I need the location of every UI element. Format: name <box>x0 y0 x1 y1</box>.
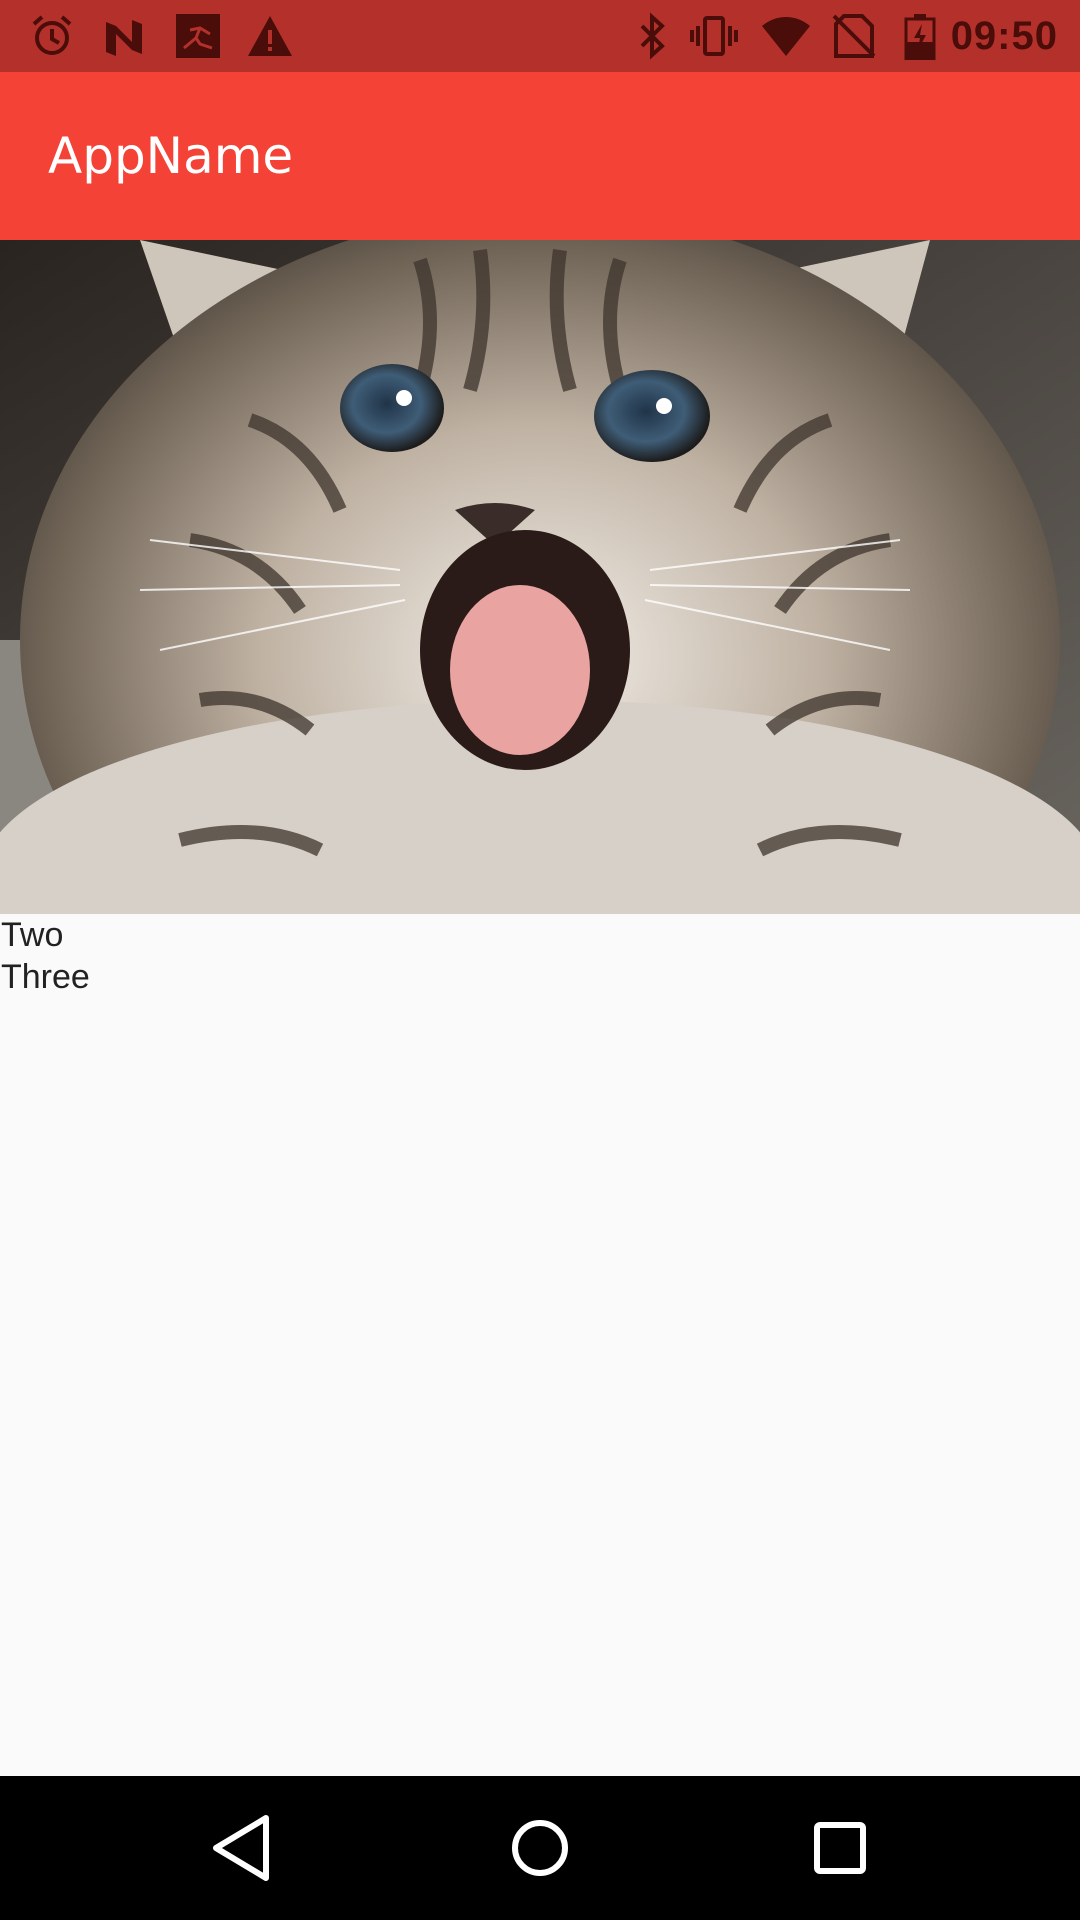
status-time: 09:50 <box>950 14 1058 58</box>
navigation-bar <box>0 1776 1080 1920</box>
n-notification-icon <box>100 12 148 60</box>
app-title: AppName <box>48 127 294 185</box>
home-icon[interactable] <box>500 1808 580 1888</box>
recents-icon[interactable] <box>800 1808 880 1888</box>
status-bar: 09:50 <box>0 0 1080 72</box>
content-list: Two Three <box>0 914 1080 998</box>
app-bar: AppName <box>0 72 1080 240</box>
list-item: Two <box>1 916 64 954</box>
no-sim-icon <box>830 12 878 60</box>
vibrate-icon <box>690 12 738 60</box>
alarm-icon <box>28 12 76 60</box>
fitness-app-icon <box>174 12 222 60</box>
kitten-photo <box>0 240 1080 914</box>
back-icon[interactable] <box>200 1808 280 1888</box>
battery-charging-icon <box>896 12 944 60</box>
list-item: Three <box>1 958 90 996</box>
wifi-icon <box>762 12 810 60</box>
bluetooth-icon <box>628 12 676 60</box>
warning-icon <box>246 12 294 60</box>
